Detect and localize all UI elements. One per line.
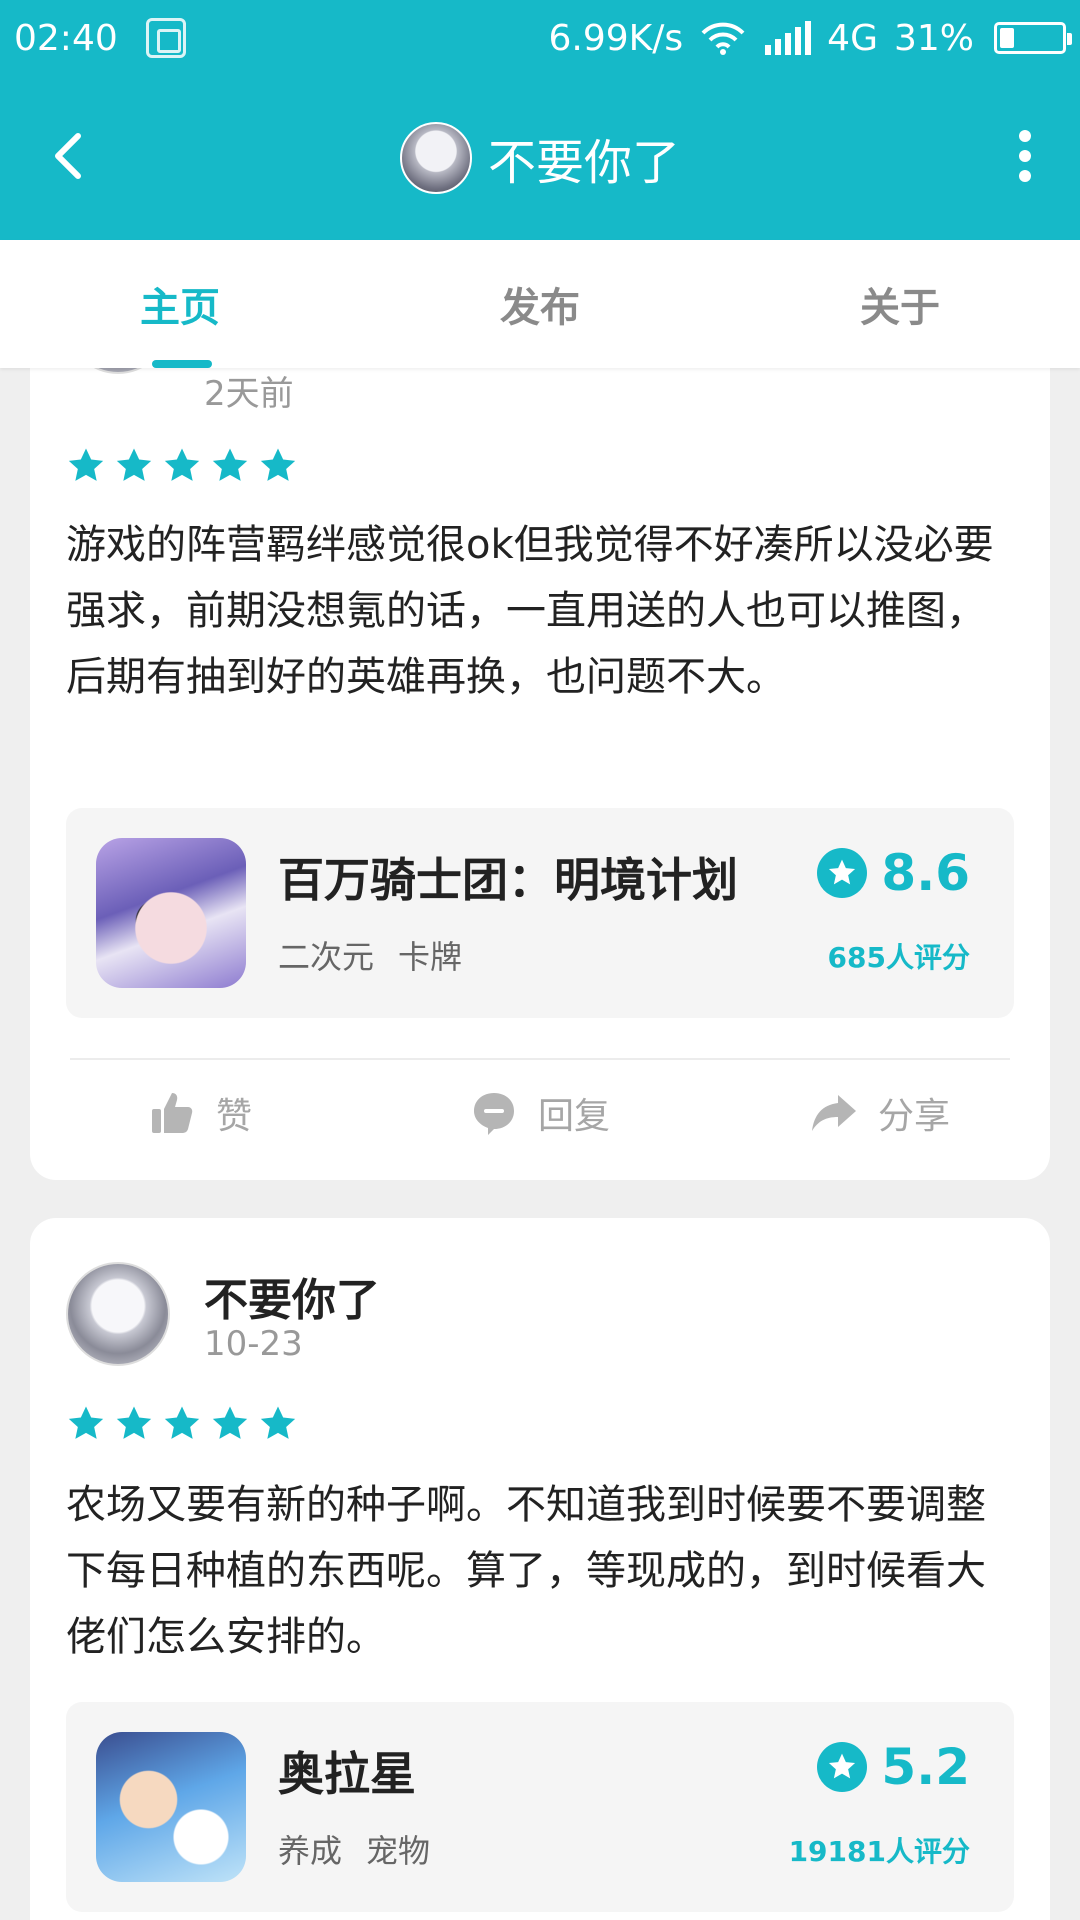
star-icon (260, 1406, 296, 1439)
username[interactable]: 不要你了 (204, 1264, 380, 1328)
tab-bar: 主页 发布 关于 (0, 240, 1080, 368)
page-title: 不要你了 (487, 135, 680, 191)
profile-title: 不要你了 (399, 122, 680, 194)
active-tab-indicator (152, 360, 212, 368)
post-date: 10-23 (204, 1324, 303, 1364)
tab-posts[interactable]: 发布 (360, 240, 720, 368)
status-time: 02:40 (14, 17, 118, 59)
thumb-up-icon (151, 1093, 193, 1133)
game-card[interactable]: 百万骑士团：明境计划 二次元 卡牌 8.6 685人评分 (66, 808, 1014, 1018)
review-text: 游戏的阵营羁绊感觉很ok但我觉得不好凑所以没必要强求，前期没想氪的话，一直用送的… (66, 522, 994, 700)
star-icon (212, 1406, 248, 1439)
star-icon (164, 1406, 200, 1439)
status-bar: 02:40 6.99K/s 4G 31% (0, 0, 1080, 76)
star-icon (68, 448, 104, 481)
review-card[interactable]: 2天前 游戏的阵营羁绊感觉很ok但我觉得不好凑所以没必要强求，前期没想氪的话，一… (30, 270, 1050, 1180)
game-tags: 二次元 卡牌 (278, 932, 462, 978)
game-icon[interactable] (96, 1732, 246, 1882)
network-speed: 6.99K/s (548, 17, 684, 59)
avatar[interactable] (399, 122, 472, 194)
game-score: 5.2 (817, 1738, 970, 1796)
more-vertical-icon[interactable] (1010, 126, 1040, 186)
comment-icon (473, 1093, 514, 1135)
star-icon (212, 448, 248, 481)
game-name: 奥拉星 (278, 1747, 416, 1801)
battery-percent: 31% (893, 17, 974, 59)
signal-icon (765, 21, 812, 55)
game-tags: 养成 宠物 (278, 1826, 430, 1872)
review-text: 农场又要有新的种子啊。不知道我到时候要不要调整下每日种植的东西呢。算了，等现成的… (66, 1482, 986, 1660)
battery-icon (994, 22, 1072, 54)
reply-button[interactable]: 回复 (370, 1058, 710, 1168)
star-icon (164, 448, 200, 481)
review-card[interactable]: 不要你了 10-23 农场又要有新的种子啊。不知道我到时候要不要调整下每日种植的… (30, 1218, 1050, 1920)
star-icon (68, 1406, 104, 1439)
game-score: 8.6 (817, 844, 970, 902)
game-name: 百万骑士团：明境计划 (278, 853, 738, 907)
like-button[interactable]: 赞 (30, 1058, 370, 1168)
rater-count: 19181人评分 (788, 1835, 970, 1868)
star-icon (116, 1406, 152, 1439)
wifi-icon (701, 22, 745, 55)
star-rating (66, 1404, 298, 1444)
tab-home-label: 主页 (140, 285, 220, 331)
share-label: 分享 (877, 1096, 950, 1137)
game-icon[interactable] (96, 838, 246, 988)
game-tag: 养成 (278, 1832, 343, 1870)
star-icon (116, 448, 152, 481)
star-badge-icon (817, 848, 868, 898)
top-bar: 02:40 6.99K/s 4G 31% 不要你了 (0, 0, 1080, 240)
tab-posts-label: 发布 (500, 285, 580, 331)
chevron-left-icon[interactable] (40, 126, 100, 186)
action-bar: 赞 回复 分享 (30, 1058, 1050, 1168)
tab-about[interactable]: 关于 (720, 240, 1080, 368)
tab-about-label: 关于 (860, 285, 940, 331)
avatar[interactable] (66, 1262, 170, 1366)
nav-bar: 不要你了 (0, 76, 1080, 240)
share-icon (811, 1095, 856, 1131)
game-card[interactable]: 奥拉星 养成 宠物 5.2 19181人评分 (66, 1702, 1014, 1912)
screenshot-icon (145, 18, 186, 58)
star-icon (260, 448, 296, 481)
tab-home[interactable]: 主页 (0, 240, 360, 368)
share-button[interactable]: 分享 (710, 1058, 1050, 1168)
star-badge-icon (817, 1742, 868, 1792)
reply-label: 回复 (537, 1096, 610, 1137)
like-label: 赞 (215, 1096, 252, 1137)
post-date: 2天前 (204, 374, 294, 414)
game-tag: 宠物 (366, 1832, 431, 1870)
game-tag: 卡牌 (398, 938, 463, 976)
score-value: 8.6 (881, 844, 970, 902)
game-tag: 二次元 (278, 938, 375, 976)
score-value: 5.2 (881, 1738, 970, 1796)
network-type: 4G (827, 17, 878, 59)
rater-count: 685人评分 (827, 941, 970, 974)
star-rating (66, 446, 298, 486)
